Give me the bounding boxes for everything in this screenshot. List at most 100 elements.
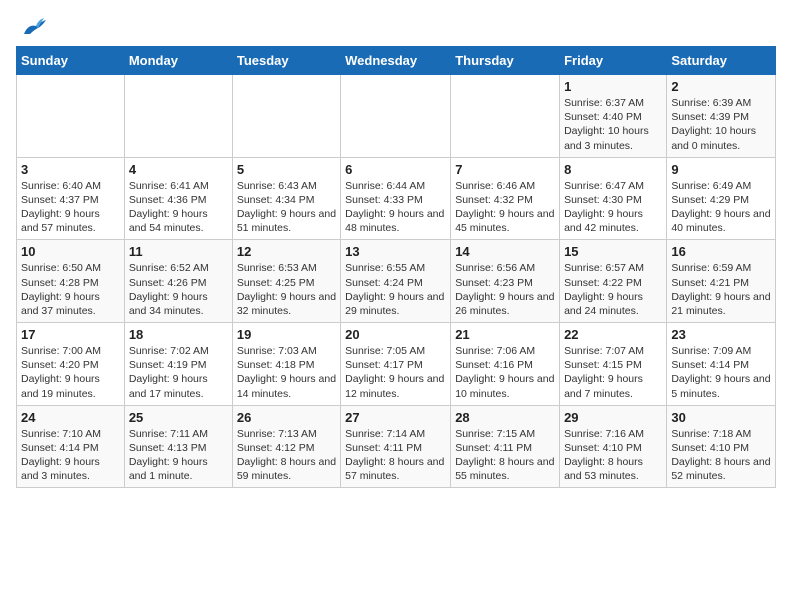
calendar-table: SundayMondayTuesdayWednesdayThursdayFrid… bbox=[16, 46, 776, 488]
day-number: 19 bbox=[237, 327, 336, 342]
day-number: 23 bbox=[671, 327, 771, 342]
day-number: 22 bbox=[564, 327, 662, 342]
page-header bbox=[16, 16, 776, 34]
day-number: 29 bbox=[564, 410, 662, 425]
day-cell: 21 Sunrise: 7:06 AM Sunset: 4:16 PM Dayli… bbox=[451, 323, 560, 406]
day-info: Sunrise: 6:53 AM Sunset: 4:25 PM Dayligh… bbox=[237, 261, 336, 318]
day-number: 12 bbox=[237, 244, 336, 259]
day-cell: 24Sunrise: 7:10 AM Sunset: 4:14 PM Dayli… bbox=[17, 405, 125, 488]
day-cell: 9 Sunrise: 6:49 AM Sunset: 4:29 PM Daylig… bbox=[667, 157, 776, 240]
day-header-monday: Monday bbox=[124, 47, 232, 75]
day-cell bbox=[124, 75, 232, 158]
day-header-saturday: Saturday bbox=[667, 47, 776, 75]
day-info: Sunrise: 7:16 AM Sunset: 4:10 PM Dayligh… bbox=[564, 427, 662, 484]
day-number: 13 bbox=[345, 244, 446, 259]
day-number: 8 bbox=[564, 162, 662, 177]
day-number: 24 bbox=[21, 410, 120, 425]
day-number: 1 bbox=[564, 79, 662, 94]
day-info: Sunrise: 7:15 AM Sunset: 4:11 PM Dayligh… bbox=[455, 427, 555, 484]
day-number: 6 bbox=[345, 162, 446, 177]
day-header-friday: Friday bbox=[560, 47, 667, 75]
day-cell: 6Sunrise: 6:44 AM Sunset: 4:33 PM Daylig… bbox=[341, 157, 451, 240]
day-info: Sunrise: 7:14 AM Sunset: 4:11 PM Dayligh… bbox=[345, 427, 446, 484]
day-number: 28 bbox=[455, 410, 555, 425]
day-cell: 25 Sunrise: 7:11 AM Sunset: 4:13 PM Dayli… bbox=[124, 405, 232, 488]
day-number: 15 bbox=[564, 244, 662, 259]
day-cell: 12 Sunrise: 6:53 AM Sunset: 4:25 PM Dayli… bbox=[232, 240, 340, 323]
day-info: Sunrise: 6:46 AM Sunset: 4:32 PM Dayligh… bbox=[455, 179, 555, 236]
day-number: 11 bbox=[129, 244, 228, 259]
day-cell: 14 Sunrise: 6:56 AM Sunset: 4:23 PM Dayli… bbox=[451, 240, 560, 323]
day-info: Sunrise: 7:18 AM Sunset: 4:10 PM Dayligh… bbox=[671, 427, 771, 484]
day-cell: 4 Sunrise: 6:41 AM Sunset: 4:36 PM Daylig… bbox=[124, 157, 232, 240]
logo bbox=[16, 16, 48, 34]
day-number: 10 bbox=[21, 244, 120, 259]
logo-bird-icon bbox=[20, 16, 48, 38]
day-cell: 2 Sunrise: 6:39 AM Sunset: 4:39 PM Daylig… bbox=[667, 75, 776, 158]
day-cell: 19 Sunrise: 7:03 AM Sunset: 4:18 PM Dayli… bbox=[232, 323, 340, 406]
day-cell bbox=[341, 75, 451, 158]
day-info: Sunrise: 6:41 AM Sunset: 4:36 PM Dayligh… bbox=[129, 179, 228, 236]
day-cell bbox=[17, 75, 125, 158]
day-info: Sunrise: 7:03 AM Sunset: 4:18 PM Dayligh… bbox=[237, 344, 336, 401]
day-cell bbox=[232, 75, 340, 158]
day-info: Sunrise: 7:13 AM Sunset: 4:12 PM Dayligh… bbox=[237, 427, 336, 484]
day-info: Sunrise: 6:43 AM Sunset: 4:34 PM Dayligh… bbox=[237, 179, 336, 236]
header-row: SundayMondayTuesdayWednesdayThursdayFrid… bbox=[17, 47, 776, 75]
week-row-5: 24Sunrise: 7:10 AM Sunset: 4:14 PM Dayli… bbox=[17, 405, 776, 488]
day-cell: 20Sunrise: 7:05 AM Sunset: 4:17 PM Dayli… bbox=[341, 323, 451, 406]
day-cell: 5Sunrise: 6:43 AM Sunset: 4:34 PM Daylig… bbox=[232, 157, 340, 240]
day-info: Sunrise: 6:52 AM Sunset: 4:26 PM Dayligh… bbox=[129, 261, 228, 318]
day-cell: 17 Sunrise: 7:00 AM Sunset: 4:20 PM Dayli… bbox=[17, 323, 125, 406]
day-cell: 16Sunrise: 6:59 AM Sunset: 4:21 PM Dayli… bbox=[667, 240, 776, 323]
day-number: 30 bbox=[671, 410, 771, 425]
day-number: 21 bbox=[455, 327, 555, 342]
day-header-tuesday: Tuesday bbox=[232, 47, 340, 75]
day-info: Sunrise: 6:37 AM Sunset: 4:40 PM Dayligh… bbox=[564, 96, 662, 153]
day-info: Sunrise: 6:39 AM Sunset: 4:39 PM Dayligh… bbox=[671, 96, 771, 153]
day-cell: 15 Sunrise: 6:57 AM Sunset: 4:22 PM Dayli… bbox=[560, 240, 667, 323]
day-number: 3 bbox=[21, 162, 120, 177]
day-number: 7 bbox=[455, 162, 555, 177]
day-info: Sunrise: 6:55 AM Sunset: 4:24 PM Dayligh… bbox=[345, 261, 446, 318]
day-number: 26 bbox=[237, 410, 336, 425]
day-header-wednesday: Wednesday bbox=[341, 47, 451, 75]
day-number: 17 bbox=[21, 327, 120, 342]
day-number: 14 bbox=[455, 244, 555, 259]
day-info: Sunrise: 6:49 AM Sunset: 4:29 PM Dayligh… bbox=[671, 179, 771, 236]
day-info: Sunrise: 6:57 AM Sunset: 4:22 PM Dayligh… bbox=[564, 261, 662, 318]
day-cell bbox=[451, 75, 560, 158]
day-number: 4 bbox=[129, 162, 228, 177]
day-cell: 3 Sunrise: 6:40 AM Sunset: 4:37 PM Daylig… bbox=[17, 157, 125, 240]
day-cell: 13 Sunrise: 6:55 AM Sunset: 4:24 PM Dayli… bbox=[341, 240, 451, 323]
day-number: 18 bbox=[129, 327, 228, 342]
day-cell: 8 Sunrise: 6:47 AM Sunset: 4:30 PM Daylig… bbox=[560, 157, 667, 240]
day-info: Sunrise: 6:40 AM Sunset: 4:37 PM Dayligh… bbox=[21, 179, 120, 236]
day-header-sunday: Sunday bbox=[17, 47, 125, 75]
day-info: Sunrise: 7:11 AM Sunset: 4:13 PM Dayligh… bbox=[129, 427, 228, 484]
day-number: 25 bbox=[129, 410, 228, 425]
day-cell: 29 Sunrise: 7:16 AM Sunset: 4:10 PM Dayli… bbox=[560, 405, 667, 488]
day-info: Sunrise: 7:00 AM Sunset: 4:20 PM Dayligh… bbox=[21, 344, 120, 401]
day-cell: 10 Sunrise: 6:50 AM Sunset: 4:28 PM Dayli… bbox=[17, 240, 125, 323]
day-info: Sunrise: 7:05 AM Sunset: 4:17 PM Dayligh… bbox=[345, 344, 446, 401]
day-info: Sunrise: 7:07 AM Sunset: 4:15 PM Dayligh… bbox=[564, 344, 662, 401]
day-number: 9 bbox=[671, 162, 771, 177]
day-info: Sunrise: 6:56 AM Sunset: 4:23 PM Dayligh… bbox=[455, 261, 555, 318]
day-cell: 23 Sunrise: 7:09 AM Sunset: 4:14 PM Dayli… bbox=[667, 323, 776, 406]
day-info: Sunrise: 7:02 AM Sunset: 4:19 PM Dayligh… bbox=[129, 344, 228, 401]
day-number: 27 bbox=[345, 410, 446, 425]
day-info: Sunrise: 7:06 AM Sunset: 4:16 PM Dayligh… bbox=[455, 344, 555, 401]
day-number: 2 bbox=[671, 79, 771, 94]
day-cell: 22 Sunrise: 7:07 AM Sunset: 4:15 PM Dayli… bbox=[560, 323, 667, 406]
day-cell: 18 Sunrise: 7:02 AM Sunset: 4:19 PM Dayli… bbox=[124, 323, 232, 406]
day-cell: 28 Sunrise: 7:15 AM Sunset: 4:11 PM Dayli… bbox=[451, 405, 560, 488]
day-header-thursday: Thursday bbox=[451, 47, 560, 75]
day-info: Sunrise: 6:47 AM Sunset: 4:30 PM Dayligh… bbox=[564, 179, 662, 236]
day-info: Sunrise: 6:59 AM Sunset: 4:21 PM Dayligh… bbox=[671, 261, 771, 318]
week-row-2: 3 Sunrise: 6:40 AM Sunset: 4:37 PM Daylig… bbox=[17, 157, 776, 240]
day-cell: 11 Sunrise: 6:52 AM Sunset: 4:26 PM Dayli… bbox=[124, 240, 232, 323]
day-cell: 26 Sunrise: 7:13 AM Sunset: 4:12 PM Dayli… bbox=[232, 405, 340, 488]
day-info: Sunrise: 7:09 AM Sunset: 4:14 PM Dayligh… bbox=[671, 344, 771, 401]
day-info: Sunrise: 6:50 AM Sunset: 4:28 PM Dayligh… bbox=[21, 261, 120, 318]
